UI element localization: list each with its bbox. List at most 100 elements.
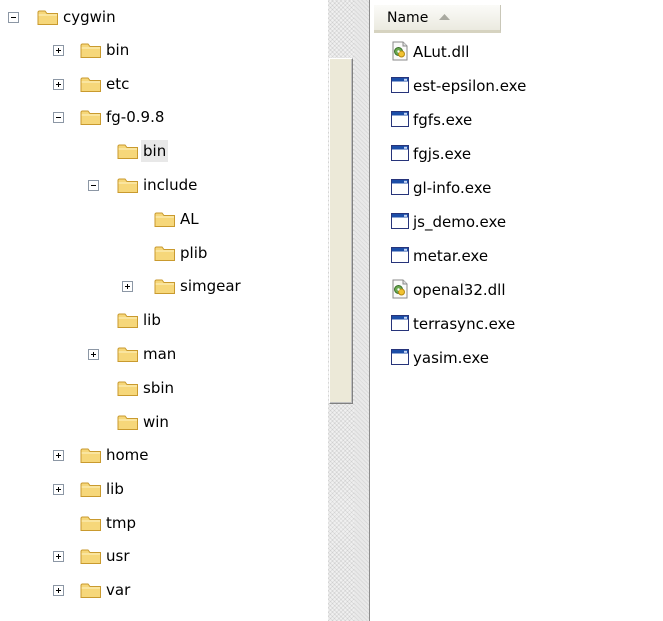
tree-node[interactable]: win xyxy=(0,408,328,438)
sort-ascending-icon xyxy=(439,14,450,20)
tree-node-label[interactable]: usr xyxy=(104,545,132,567)
tree-node-label[interactable]: sbin xyxy=(141,377,176,399)
folder-icon xyxy=(117,142,139,160)
file-item[interactable]: fgjs.exe xyxy=(390,139,640,169)
expand-plus-icon[interactable] xyxy=(122,281,133,292)
exe-icon xyxy=(390,109,410,129)
tree-node-label[interactable]: fg-0.9.8 xyxy=(104,106,166,128)
pane-splitter[interactable] xyxy=(354,0,370,621)
tree-node-label[interactable]: lib xyxy=(141,309,163,331)
tree-node-label[interactable]: tmp xyxy=(104,512,138,534)
folder-tree: cygwin bin etc fg-0.9.8 bin include AL p… xyxy=(0,0,328,621)
folder-icon xyxy=(80,446,102,464)
name-column-header[interactable]: Name xyxy=(374,5,501,33)
tree-node[interactable]: home xyxy=(0,441,328,471)
file-item[interactable]: fgfs.exe xyxy=(390,105,640,135)
tree-node[interactable]: simgear xyxy=(0,272,328,302)
folder-icon xyxy=(154,277,176,295)
folder-icon xyxy=(154,210,176,228)
tree-node-label[interactable]: plib xyxy=(178,242,209,264)
expand-plus-icon[interactable] xyxy=(53,551,64,562)
tree-node[interactable]: include xyxy=(0,171,328,201)
tree-node-label[interactable]: win xyxy=(141,411,171,433)
folder-icon xyxy=(80,108,102,126)
expand-plus-icon[interactable] xyxy=(53,450,64,461)
expand-plus-icon[interactable] xyxy=(53,79,64,90)
file-name[interactable]: gl-info.exe xyxy=(413,176,491,200)
tree-node[interactable]: cygwin xyxy=(0,3,328,33)
folder-icon xyxy=(80,41,102,59)
expand-plus-icon[interactable] xyxy=(53,585,64,596)
folder-icon xyxy=(80,547,102,565)
file-name[interactable]: yasim.exe xyxy=(413,346,489,370)
folder-icon xyxy=(80,480,102,498)
file-item[interactable]: terrasync.exe xyxy=(390,309,640,339)
tree-node[interactable]: lib xyxy=(0,475,328,505)
tree-node[interactable]: AL xyxy=(0,205,328,235)
tree-scrollbar-thumb[interactable] xyxy=(329,58,353,404)
tree-node-label[interactable]: etc xyxy=(104,73,131,95)
tree-node-label[interactable]: bin xyxy=(104,39,131,61)
collapse-minus-icon[interactable] xyxy=(53,112,64,123)
exe-icon xyxy=(390,211,410,231)
exe-icon xyxy=(390,347,410,367)
tree-node[interactable]: etc xyxy=(0,70,328,100)
tree-node[interactable]: tmp xyxy=(0,509,328,539)
exe-icon xyxy=(390,75,410,95)
file-item[interactable]: gl-info.exe xyxy=(390,173,640,203)
folder-icon xyxy=(117,345,139,363)
file-name[interactable]: metar.exe xyxy=(413,244,488,268)
exe-icon xyxy=(390,177,410,197)
exe-icon xyxy=(390,313,410,333)
tree-node[interactable]: usr xyxy=(0,542,328,572)
file-item[interactable]: ALut.dll xyxy=(390,37,640,67)
folder-icon xyxy=(117,413,139,431)
expand-plus-icon[interactable] xyxy=(53,45,64,56)
dll-icon xyxy=(390,41,410,61)
file-item[interactable]: yasim.exe xyxy=(390,343,640,373)
tree-node[interactable]: bin xyxy=(0,137,328,167)
folder-icon xyxy=(80,581,102,599)
tree-node-label[interactable]: include xyxy=(141,174,199,196)
file-name[interactable]: ALut.dll xyxy=(413,40,469,64)
file-item[interactable]: est-epsilon.exe xyxy=(390,71,640,101)
file-name[interactable]: fgjs.exe xyxy=(413,142,471,166)
collapse-minus-icon[interactable] xyxy=(88,180,99,191)
tree-node-label[interactable]: home xyxy=(104,444,151,466)
exe-icon xyxy=(390,143,410,163)
tree-node-label[interactable]: simgear xyxy=(178,275,243,297)
file-list: Name ALut.dll est-epsilon.exe fgfs.exe f… xyxy=(370,0,663,621)
file-item[interactable]: metar.exe xyxy=(390,241,640,271)
name-column-header-label: Name xyxy=(387,10,429,26)
tree-node-label[interactable]: var xyxy=(104,579,132,601)
file-name[interactable]: openal32.dll xyxy=(413,278,506,302)
expand-plus-icon[interactable] xyxy=(88,349,99,360)
tree-node[interactable]: man xyxy=(0,340,328,370)
folder-icon xyxy=(80,75,102,93)
folder-icon xyxy=(117,379,139,397)
exe-icon xyxy=(390,245,410,265)
file-item[interactable]: openal32.dll xyxy=(390,275,640,305)
tree-node[interactable]: sbin xyxy=(0,374,328,404)
tree-node[interactable]: lib xyxy=(0,306,328,336)
file-name[interactable]: terrasync.exe xyxy=(413,312,515,336)
tree-node-label-selected[interactable]: bin xyxy=(141,140,169,162)
folder-icon xyxy=(80,514,102,532)
file-name[interactable]: fgfs.exe xyxy=(413,108,472,132)
tree-node-label[interactable]: cygwin xyxy=(61,6,118,28)
folder-icon xyxy=(154,244,176,262)
tree-node[interactable]: plib xyxy=(0,239,328,269)
tree-node-label[interactable]: AL xyxy=(178,208,201,230)
file-item[interactable]: js_demo.exe xyxy=(390,207,640,237)
file-name[interactable]: js_demo.exe xyxy=(413,210,506,234)
expand-plus-icon[interactable] xyxy=(53,484,64,495)
dll-icon xyxy=(390,279,410,299)
tree-node-label[interactable]: man xyxy=(141,343,178,365)
file-name[interactable]: est-epsilon.exe xyxy=(413,74,526,98)
folder-icon xyxy=(117,311,139,329)
tree-node[interactable]: bin xyxy=(0,36,328,66)
tree-node[interactable]: var xyxy=(0,576,328,606)
collapse-minus-icon[interactable] xyxy=(8,12,19,23)
tree-node[interactable]: fg-0.9.8 xyxy=(0,103,328,133)
tree-node-label[interactable]: lib xyxy=(104,478,126,500)
